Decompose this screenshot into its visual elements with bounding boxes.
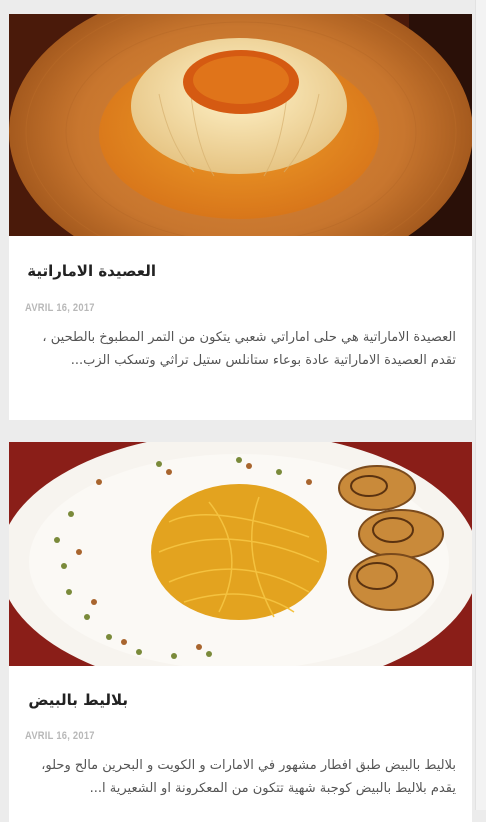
post-excerpt: العصيدة الاماراتية هي حلى اماراتي شعبي ي… [42,330,456,368]
post-date: AVRIL 16, 2017 [25,302,95,314]
post-image[interactable] [9,442,472,666]
post-title[interactable]: العصيدة الاماراتية [27,262,156,280]
scrollbar[interactable] [475,0,486,810]
post-title[interactable]: بلاليط بالبيض [28,691,128,709]
post-card[interactable]: بلاليط بالبيض AVRIL 16, 2017 بلاليط بالب… [9,442,472,822]
post-date: AVRIL 16, 2017 [25,730,95,742]
post-card[interactable]: العصيدة الاماراتية AVRIL 16, 2017 العصيد… [9,14,472,420]
post-excerpt: بلاليط بالبيض طبق افطار مشهور في الامارا… [41,758,456,796]
post-image[interactable] [9,14,472,236]
